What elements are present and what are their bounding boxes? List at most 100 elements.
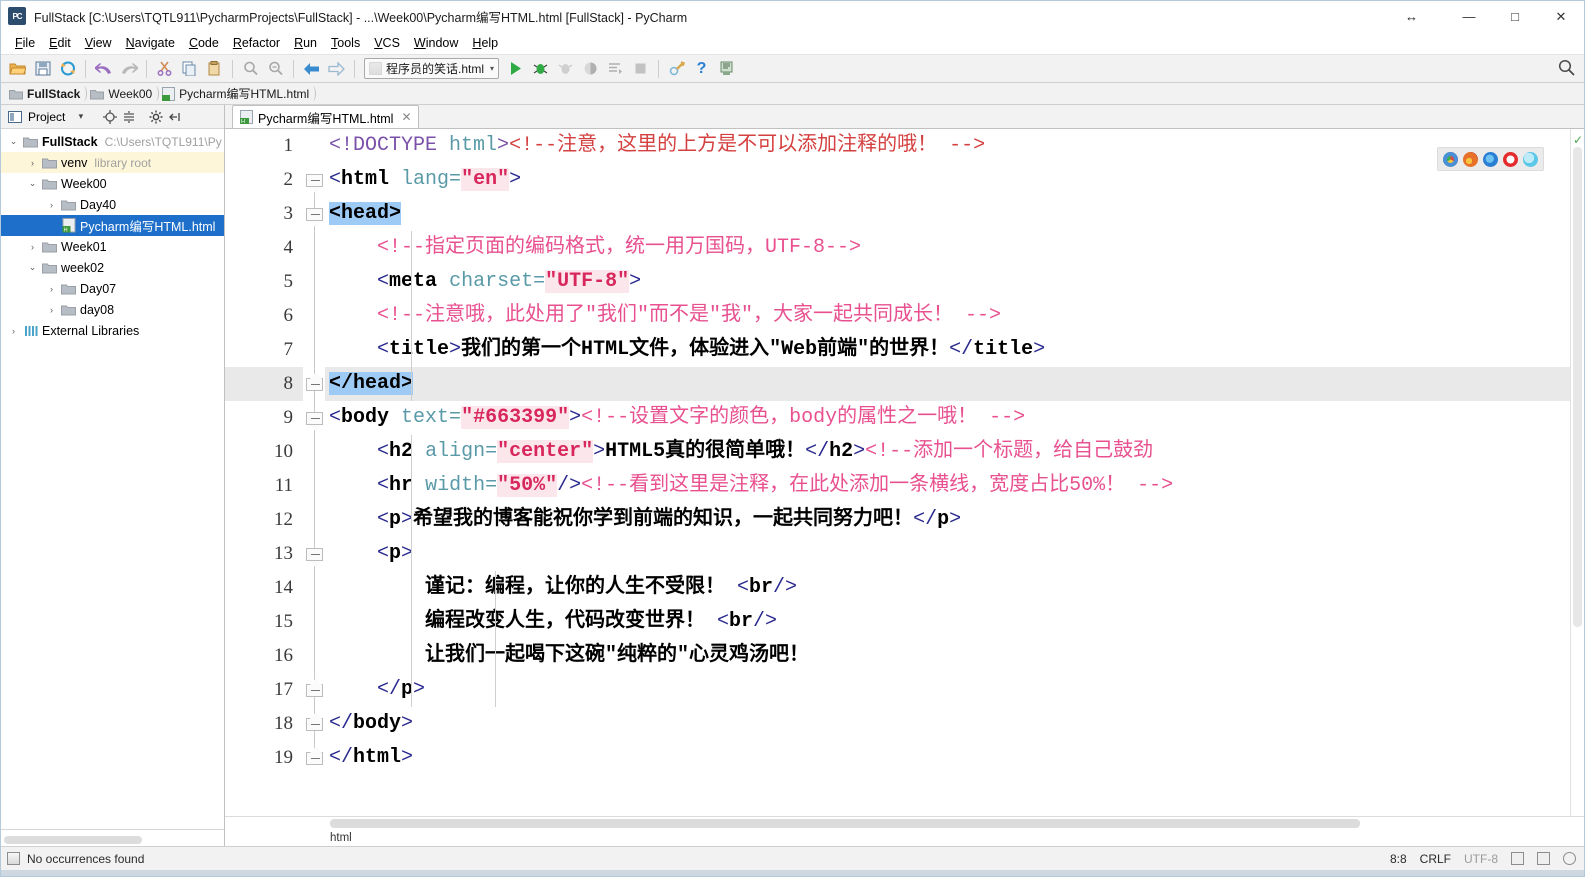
inspection-level-icon[interactable] [1537, 852, 1550, 865]
chevron-down-icon[interactable]: ▾ [490, 64, 494, 73]
code-line[interactable]: <html lang="en"> [325, 163, 1570, 197]
search-everywhere-icon[interactable] [1558, 59, 1575, 81]
breadcrumb-item[interactable]: Week00 [86, 84, 159, 104]
code-line[interactable]: </body> [325, 707, 1570, 741]
code-line[interactable]: <title>我们的第一个HTML文件，体验进入"Web前端"的世界！</tit… [325, 333, 1570, 367]
code-line[interactable]: <!DOCTYPE html><!--注意，这里的上方是不可以添加注释的哦！ -… [325, 129, 1570, 163]
tree-node-day40[interactable]: › Day40 [1, 194, 224, 215]
caret-position[interactable]: 8:8 [1390, 852, 1407, 866]
fold-toggle-13[interactable] [306, 548, 323, 568]
file-encoding[interactable]: UTF-8 [1464, 852, 1498, 866]
menu-item-view[interactable]: View [78, 34, 119, 52]
resize-icon[interactable]: ↔ [1405, 9, 1418, 24]
redo-icon[interactable] [117, 57, 140, 80]
line-separator[interactable]: CRLF [1420, 852, 1451, 866]
code-line[interactable]: <h2 align="center">HTML5真的很简单哦！</h2><!--… [325, 435, 1570, 469]
vertical-scrollbar-thumb[interactable] [1573, 147, 1582, 627]
chevron-right-icon[interactable]: › [43, 284, 60, 294]
stop-icon[interactable] [629, 57, 652, 80]
run-configuration-selector[interactable]: 程序员的笑话.html ▾ [364, 58, 499, 79]
edge-icon[interactable] [1483, 151, 1498, 167]
tree-node-week01[interactable]: › Week01 [1, 236, 224, 257]
menu-item-refactor[interactable]: Refactor [226, 34, 287, 52]
collapse-all-icon[interactable] [119, 107, 138, 126]
code-line[interactable]: 让我们一起喝下这碗"纯粹的"心灵鸡汤吧！ [325, 639, 1570, 673]
code-line[interactable]: <!--指定页面的编码格式，统一用万国码，UTF-8--> [325, 231, 1570, 265]
hide-panel-icon[interactable] [165, 107, 184, 126]
chrome-icon[interactable] [1443, 151, 1458, 167]
project-tree[interactable]: ⌄ FullStack C:\Users\TQTL911\Py › venv librar… [1, 129, 224, 829]
menu-item-file[interactable]: File [8, 34, 42, 52]
chevron-down-icon[interactable]: ⌄ [24, 178, 41, 189]
undo-icon[interactable] [92, 57, 115, 80]
settings-icon[interactable] [665, 57, 688, 80]
code-line[interactable]: 谨记：编程，让你的人生不受限！ <br/> [325, 571, 1570, 605]
debug-icon[interactable] [529, 57, 552, 80]
menu-item-window[interactable]: Window [407, 34, 465, 52]
code-line[interactable]: <body text="#663399"><!--设置文字的颜色，body的属性… [325, 401, 1570, 435]
paste-icon[interactable] [203, 57, 226, 80]
project-dropdown-icon[interactable]: ▾ [71, 107, 90, 126]
firefox-icon[interactable] [1463, 151, 1478, 167]
chevron-down-icon[interactable]: ⌄ [24, 262, 41, 273]
code-line[interactable]: <hr width="50%"/><!--看到这里是注释，在此处添加一条横线，宽… [325, 469, 1570, 503]
code-line[interactable]: <meta charset="UTF-8"> [325, 265, 1570, 299]
tree-node-fullstack[interactable]: ⌄ FullStack C:\Users\TQTL911\Py [1, 131, 224, 152]
code-line[interactable]: <p> [325, 537, 1570, 571]
editor-bottom-breadcrumb[interactable]: html [225, 830, 1584, 846]
browser-preview-bar[interactable] [1437, 147, 1544, 171]
tree-node-week02[interactable]: ⌄ week02 [1, 257, 224, 278]
chevron-right-icon[interactable]: › [5, 326, 22, 336]
fold-toggle-3[interactable] [306, 208, 323, 228]
tree-node-day08[interactable]: › day08 [1, 299, 224, 320]
lock-icon[interactable] [1511, 852, 1524, 865]
copy-icon[interactable] [178, 57, 201, 80]
memory-indicator-icon[interactable] [1563, 852, 1576, 865]
menu-item-edit[interactable]: Edit [42, 34, 78, 52]
menu-item-navigate[interactable]: Navigate [119, 34, 182, 52]
code-folding-gutter[interactable] [303, 129, 325, 816]
editor-horizontal-scrollbar[interactable] [330, 819, 1360, 828]
fold-toggle-18[interactable] [306, 712, 323, 731]
update-icon[interactable] [715, 57, 738, 80]
code-line[interactable]: </p> [325, 673, 1570, 707]
code-line[interactable]: <p>希望我的博客能祝你学到前端的知识，一起共同努力吧！</p> [325, 503, 1570, 537]
fold-toggle-8[interactable] [306, 372, 323, 391]
fold-toggle-2[interactable] [306, 174, 323, 194]
menu-item-run[interactable]: Run [287, 34, 324, 52]
code-line[interactable]: <!--注意哦，此处用了"我们"而不是"我"，大家一起共同成长！ --> [325, 299, 1570, 333]
menu-item-code[interactable]: Code [182, 34, 226, 52]
chevron-right-icon[interactable]: › [24, 242, 41, 252]
code-area[interactable]: <!DOCTYPE html><!--注意，这里的上方是不可以添加注释的哦！ -… [325, 129, 1570, 816]
run-coverage-icon[interactable] [554, 57, 577, 80]
find-icon[interactable] [239, 57, 262, 80]
minimize-button[interactable]: — [1446, 1, 1492, 32]
code-line[interactable]: </head> [325, 367, 1570, 401]
fold-toggle-17[interactable] [306, 678, 323, 697]
code-line[interactable]: <head> [325, 197, 1570, 231]
tree-node-day07[interactable]: › Day07 [1, 278, 224, 299]
profile-icon[interactable] [579, 57, 602, 80]
opera-icon[interactable] [1503, 151, 1518, 167]
close-button[interactable]: ✕ [1538, 1, 1584, 32]
locate-icon[interactable] [100, 107, 119, 126]
chevron-right-icon[interactable]: › [24, 158, 41, 168]
menu-item-vcs[interactable]: VCS [367, 34, 407, 52]
code-line[interactable]: </html> [325, 741, 1570, 775]
run-with-console-icon[interactable] [604, 57, 627, 80]
help-icon[interactable]: ? [690, 57, 713, 80]
tree-node-pycharm编写htmlhtml[interactable]: H Pycharm编写HTML.html [1, 215, 224, 236]
editor-tab[interactable]: H Pycharm编写HTML.html ✕ [232, 105, 419, 128]
forward-icon[interactable] [325, 57, 348, 80]
sync-icon[interactable] [56, 57, 79, 80]
close-icon[interactable]: ✕ [401, 110, 411, 124]
cut-icon[interactable] [153, 57, 176, 80]
breadcrumb-item[interactable]: Pycharm编写HTML.html [158, 84, 317, 104]
menu-item-tools[interactable]: Tools [324, 34, 367, 52]
menu-item-help[interactable]: Help [465, 34, 505, 52]
replace-icon[interactable] [264, 57, 287, 80]
fold-toggle-19[interactable] [306, 746, 323, 765]
tree-node-externallibraries[interactable]: › External Libraries [1, 320, 224, 341]
error-stripe-scrollbar[interactable]: ✓ [1570, 129, 1584, 816]
gear-icon[interactable] [146, 107, 165, 126]
